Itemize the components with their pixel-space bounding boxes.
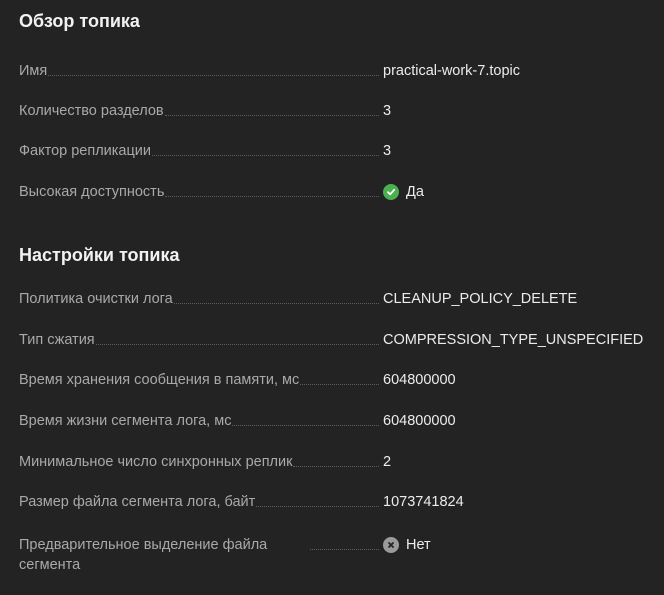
field-cleanup-value: CLEANUP_POLICY_DELETE: [383, 291, 578, 307]
field-ha-label: Высокая доступность: [19, 184, 165, 200]
field-segment-bytes-label: Размер файла сегмента лога, байт: [19, 494, 256, 510]
field-partitions-row: Количество разделов 3: [19, 101, 649, 121]
field-cleanup-row: Политика очистки лога CLEANUP_POLICY_DEL…: [19, 289, 649, 309]
field-ha-row: Высокая доступность Да: [19, 182, 649, 202]
leader-dots: [256, 506, 379, 507]
leader-dots: [48, 75, 379, 76]
leader-dots: [173, 303, 379, 304]
field-replication-value: 3: [383, 143, 392, 159]
leader-dots: [232, 425, 379, 426]
field-ha-value: Да: [383, 182, 424, 202]
field-name-label: Имя: [19, 63, 48, 79]
overview-title: Обзор топика: [19, 11, 140, 31]
field-partitions-value: 3: [383, 103, 392, 119]
field-min-isr-value: 2: [383, 454, 392, 470]
field-replication-row: Фактор репликации 3: [19, 141, 649, 161]
leader-dots: [95, 344, 379, 345]
field-segment-ms-row: Время жизни сегмента лога, мс 604800000: [19, 411, 649, 431]
field-compression-row: Тип сжатия COMPRESSION_TYPE_UNSPECIFIED: [19, 330, 649, 350]
field-retention-value: 604800000: [383, 372, 456, 388]
field-segment-bytes-value: 1073741824: [383, 494, 464, 510]
field-preallocate-value: Нет: [383, 535, 431, 555]
field-name-row: Имя practical-work-7.topic: [19, 61, 649, 81]
field-retention-row: Время хранения сообщения в памяти, мс 60…: [19, 370, 649, 390]
field-retention-label: Время хранения сообщения в памяти, мс: [19, 372, 300, 388]
field-replication-label: Фактор репликации: [19, 143, 152, 159]
x-circle-icon: [383, 537, 399, 553]
field-min-isr-row: Минимальное число синхронных реплик 2: [19, 452, 649, 472]
field-preallocate-row: Предварительное выделение файла сегмента…: [19, 535, 649, 575]
topic-page: Обзор топика Имя practical-work-7.topic …: [0, 0, 664, 595]
field-preallocate-text: Нет: [406, 537, 431, 553]
field-segment-ms-value: 604800000: [383, 413, 456, 429]
leader-dots: [165, 196, 379, 197]
field-ha-text: Да: [406, 184, 424, 200]
check-circle-icon: [383, 184, 399, 200]
field-min-isr-label: Минимальное число синхронных реплик: [19, 454, 293, 470]
field-cleanup-label: Политика очистки лога: [19, 291, 173, 307]
field-compression-label: Тип сжатия: [19, 332, 95, 348]
field-preallocate-label: Предварительное выделение файла сегмента: [19, 537, 268, 573]
field-segment-bytes-row: Размер файла сегмента лога, байт 1073741…: [19, 492, 649, 512]
leader-dots: [310, 549, 379, 550]
leader-dots: [300, 384, 379, 385]
field-partitions-label: Количество разделов: [19, 103, 164, 119]
leader-dots: [293, 466, 379, 467]
leader-dots: [152, 155, 379, 156]
settings-title: Настройки топика: [19, 245, 180, 265]
field-name-value: practical-work-7.topic: [383, 63, 520, 79]
leader-dots: [164, 115, 379, 116]
field-segment-ms-label: Время жизни сегмента лога, мс: [19, 413, 232, 429]
field-compression-value: COMPRESSION_TYPE_UNSPECIFIED: [383, 332, 644, 348]
